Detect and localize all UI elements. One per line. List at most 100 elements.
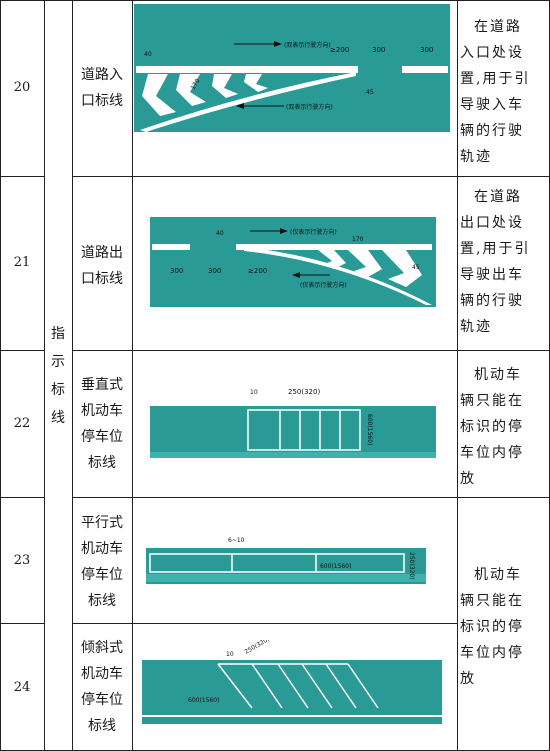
- row-line-b1: [0, 350, 44, 351]
- dimension-label: 45: [412, 264, 420, 271]
- dimension-label: 300: [420, 46, 433, 54]
- lane-line: [136, 66, 358, 73]
- marking-description: 机动车 辆只能在 标识的停 车位内停 放: [460, 362, 544, 492]
- desc-line: 车位内停: [460, 445, 524, 461]
- dimension-label: 40: [144, 51, 152, 58]
- desc-line: 车位内停: [460, 645, 524, 661]
- name-line: 道路出: [81, 245, 123, 261]
- desc-line: 置,用于引: [460, 71, 531, 87]
- dimension-label: 10: [250, 389, 258, 396]
- lane-line: [236, 244, 432, 250]
- row-number: 21: [13, 255, 31, 270]
- row-line-d2: [72, 623, 458, 624]
- vertical-parking-diagram: 250(320) 10 600(1560): [150, 388, 436, 458]
- marking-name: 垂直式 机动车 停车位 标线: [72, 372, 132, 476]
- desc-line: 出口处设: [460, 215, 524, 231]
- desc-line: 在道路: [474, 189, 522, 205]
- marking-name: 倾斜式 机动车 停车位 标线: [72, 635, 132, 739]
- dimension-label: 600(1560): [366, 414, 373, 445]
- table-border-left: [0, 0, 1, 751]
- marking-name: 道路出 口标线: [72, 240, 132, 292]
- dimension-label: 10: [226, 651, 234, 658]
- dimension-label: 6~10: [228, 537, 245, 544]
- row-number: 24: [13, 680, 31, 695]
- entrance-marking-diagram: (双表示行驶方向) (双表示行驶方向) ≥200 300 300 40 170 …: [134, 4, 450, 132]
- desc-line: 入口处设: [460, 45, 524, 61]
- angled-parking-diagram: 10 250(320) 600(1560): [142, 640, 442, 724]
- dimension-label: 250(320): [244, 640, 271, 656]
- marking-name: 道路入 口标线: [72, 62, 132, 114]
- name-line: 停车位: [81, 429, 123, 445]
- desc-line: 在道路: [474, 19, 522, 35]
- category-label: 指示标线: [44, 320, 72, 432]
- category-char: 标: [51, 382, 65, 398]
- category-char: 示: [51, 354, 65, 370]
- desc-line: 机动车: [474, 367, 522, 383]
- direction-note: (双表示行驶方向): [284, 41, 331, 49]
- name-line: 口标线: [81, 93, 123, 109]
- curb-strip: [146, 574, 426, 582]
- row-line-a1: [0, 176, 44, 177]
- category-char: 线: [51, 410, 65, 426]
- col-line-3: [132, 0, 133, 751]
- desc-line: 辆的行驶: [460, 293, 524, 309]
- marking-description: 机动车 辆只能在 标识的停 车位内停 放: [460, 562, 544, 692]
- parallel-parking-diagram: 6~10 600(1560) 250(320): [146, 537, 426, 584]
- dimension-label: ≥200: [330, 46, 349, 54]
- desc-line: 放: [460, 471, 476, 487]
- desc-line: 置,用于引: [460, 241, 531, 257]
- dimension-label: ≥200: [248, 267, 267, 275]
- dimension-label: 40: [216, 230, 224, 237]
- row-number: 20: [13, 80, 31, 95]
- dimension-label: 600(1560): [320, 563, 351, 570]
- name-line: 标线: [88, 718, 116, 734]
- row-number: 23: [13, 553, 31, 568]
- desc-line: 辆只能在: [460, 393, 524, 409]
- desc-line: 辆的行驶: [460, 123, 524, 139]
- road-surface: [142, 660, 442, 724]
- name-line: 倾斜式: [81, 640, 123, 656]
- desc-line: 辆只能在: [460, 593, 524, 609]
- row-number: 22: [13, 416, 31, 431]
- dimension-label: 170: [352, 236, 364, 243]
- dimension-label: 600(1560): [188, 697, 219, 704]
- marking-description: 在道路 出口处设 置,用于引 导驶出车 辆的行驶 轨迹: [460, 184, 544, 340]
- name-line: 停车位: [81, 567, 123, 583]
- dimension-label: 250(320): [288, 388, 320, 396]
- row-line-d1: [0, 623, 44, 624]
- lane-line: [152, 244, 190, 250]
- table-border-top: [0, 0, 550, 1]
- name-line: 机动车: [81, 666, 123, 682]
- exit-marking-diagram: (仅表示行驶方向) (仅表示行驶方向) 300 300 ≥200 40 170 …: [150, 217, 436, 307]
- desc-line: 轨迹: [460, 149, 492, 165]
- row-line-c2: [72, 497, 550, 498]
- dimension-label: 300: [170, 267, 183, 275]
- desc-line: 标识的停: [460, 419, 524, 435]
- desc-line: 放: [460, 671, 476, 687]
- desc-line: 导驶出车: [460, 267, 524, 283]
- desc-line: 轨迹: [460, 319, 492, 335]
- lane-line: [402, 66, 448, 73]
- direction-note: (双表示行驶方向): [286, 103, 333, 111]
- row-line-b2: [72, 350, 550, 351]
- dimension-label: 45: [366, 89, 374, 96]
- name-line: 标线: [88, 593, 116, 609]
- dimension-label: 300: [372, 46, 385, 54]
- name-line: 口标线: [81, 271, 123, 287]
- name-line: 机动车: [81, 403, 123, 419]
- desc-line: 导驶入车: [460, 97, 524, 113]
- direction-note: (仅表示行驶方向): [290, 228, 337, 236]
- row-line-a2: [72, 176, 550, 177]
- name-line: 道路入: [81, 67, 123, 83]
- desc-line: 机动车: [474, 567, 522, 583]
- name-line: 停车位: [81, 692, 123, 708]
- name-line: 垂直式: [81, 377, 123, 393]
- name-line: 平行式: [81, 515, 123, 531]
- col-line-4: [457, 0, 458, 751]
- dimension-label: 250(320): [408, 552, 415, 580]
- row-line-c1: [0, 497, 44, 498]
- desc-line: 标识的停: [460, 619, 524, 635]
- marking-description: 在道路 入口处设 置,用于引 导驶入车 辆的行驶 轨迹: [460, 14, 544, 170]
- name-line: 标线: [88, 455, 116, 471]
- dimension-label: 300: [208, 267, 221, 275]
